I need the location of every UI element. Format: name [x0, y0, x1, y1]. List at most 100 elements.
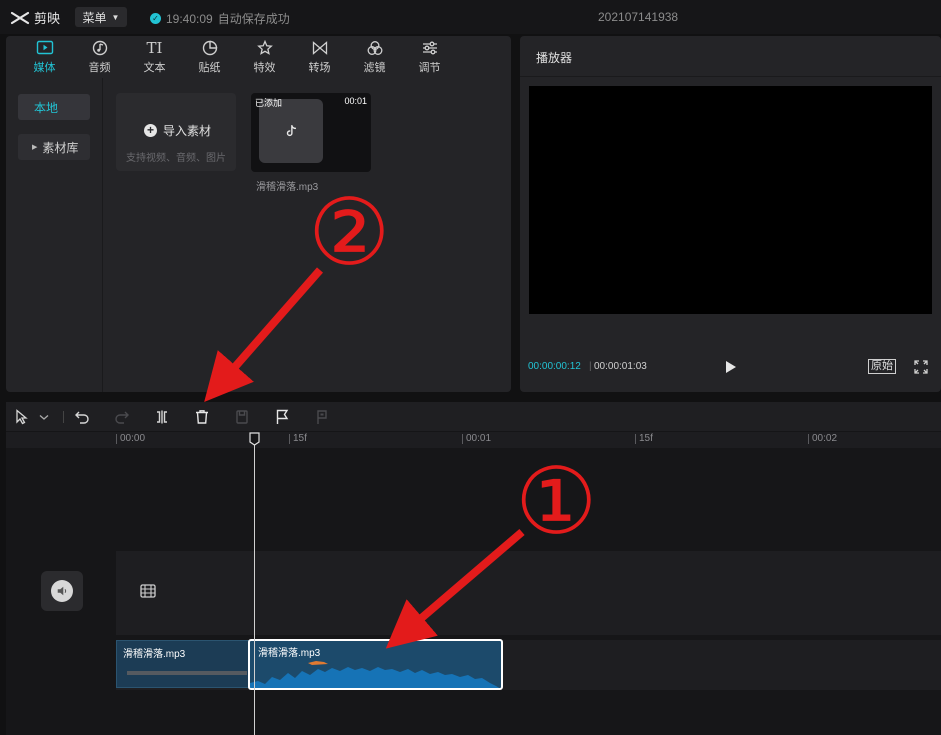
freeze-frame-button[interactable] — [234, 409, 250, 425]
capcut-logo-icon — [10, 11, 30, 24]
menu-button[interactable]: 菜单 ▼ — [75, 7, 127, 27]
sidebar-item-library[interactable]: ▶ 素材库 — [18, 134, 90, 160]
save-time: 19:40:09 — [166, 11, 213, 26]
add-marker-button[interactable] — [274, 409, 290, 425]
marker-settings-button[interactable] — [314, 409, 330, 425]
duration-badge: 00:01 — [344, 96, 367, 106]
media-item[interactable]: 已添加 00:01 — [251, 93, 371, 172]
track-audio-toggle[interactable] — [41, 571, 83, 611]
import-label: 导入素材 — [163, 124, 212, 138]
split-icon — [157, 410, 167, 424]
ruler-tick-label: 15f — [635, 434, 653, 444]
time-ruler[interactable]: 00:00 15f 00:01 15f 00:02 — [6, 432, 941, 448]
tab-filter[interactable]: 滤镜 — [347, 36, 402, 78]
chevron-down-icon — [39, 415, 49, 420]
chevron-down-icon: ▼ — [111, 12, 120, 22]
tab-label: 特效 — [253, 61, 276, 74]
app-logo: 剪映 — [10, 8, 60, 27]
tab-label: 媒体 — [33, 61, 56, 74]
audio-clip-selected[interactable]: 滑稽滑落.mp3 — [248, 639, 503, 690]
clip-label: 滑稽滑落.mp3 — [258, 648, 321, 659]
redo-button[interactable] — [114, 409, 130, 425]
sidebar-item-label: 本地 — [34, 100, 59, 115]
tab-audio[interactable]: 音频 — [72, 36, 127, 78]
freeze-frame-icon — [236, 410, 248, 424]
tab-label: 转场 — [308, 61, 331, 74]
select-tool-button[interactable] — [14, 409, 30, 425]
check-icon: ✓ — [150, 13, 161, 24]
tab-effects[interactable]: 特效 — [237, 36, 292, 78]
media-icon — [36, 40, 53, 54]
timeline-panel: 00:00 15f 00:01 15f 00:02 滑稽滑落.mp3 滑稽滑落.… — [6, 402, 941, 735]
sidebar-item-label: 素材库 — [42, 140, 79, 155]
tab-label: 文本 — [143, 61, 166, 74]
undo-button[interactable] — [74, 409, 90, 425]
play-icon[interactable] — [725, 360, 737, 374]
tab-adjust[interactable]: 调节 — [402, 36, 457, 78]
original-ratio-button[interactable]: 原始 — [868, 359, 896, 374]
annotation-number-1: ① — [515, 448, 598, 555]
tab-transition[interactable]: 转场 — [292, 36, 347, 78]
divider — [520, 76, 941, 77]
save-text: 自动保存成功 — [217, 12, 290, 26]
ruler-tick-label: 00:02 — [808, 434, 837, 444]
trash-icon — [196, 410, 208, 424]
added-badge: 已添加 — [255, 98, 283, 108]
player-panel: 播放器 00:00:00:12 | 00:00:01:03 原始 — [520, 36, 941, 392]
tab-sticker[interactable]: 贴纸 — [182, 36, 237, 78]
delete-button[interactable] — [194, 409, 210, 425]
title-bar: 剪映 菜单 ▼ ✓ 19:40:09 自动保存成功 202107141938 — [0, 0, 941, 34]
import-title: + 导入素材 — [144, 122, 211, 139]
annotation-number-2: ② — [308, 179, 391, 286]
fullscreen-icon[interactable] — [914, 360, 928, 374]
import-subtitle: 支持视频、音频、图片 — [126, 153, 226, 164]
tab-label: 贴纸 — [198, 61, 221, 74]
clip-label: 滑稽滑落.mp3 — [123, 649, 186, 660]
marker-icon — [317, 410, 327, 424]
playhead[interactable] — [254, 436, 255, 735]
effects-icon — [256, 39, 273, 55]
media-sidebar: 本地 ▶ 素材库 — [6, 78, 103, 392]
film-icon — [140, 584, 156, 598]
caret-right-icon: ▶ — [32, 144, 38, 151]
tab-label: 音频 — [88, 61, 111, 74]
menu-label: 菜单 — [82, 10, 107, 25]
sidebar-item-local[interactable]: 本地 — [18, 94, 90, 120]
flag-icon — [276, 409, 289, 424]
audio-clip[interactable]: 滑稽滑落.mp3 — [116, 640, 251, 688]
tab-media[interactable]: 媒体 — [17, 36, 72, 78]
tab-text[interactable]: TI 文本 — [127, 36, 182, 78]
redo-icon — [115, 411, 129, 424]
media-panel: 媒体 音频 TI 文本 贴纸 特效 转场 滤镜 调节 本地 ▶ 素材库 + 导入… — [6, 36, 511, 392]
adjust-icon — [422, 41, 437, 54]
timeline-toolbar — [6, 402, 941, 432]
asset-tabs: 媒体 音频 TI 文本 贴纸 特效 转场 滤镜 调节 — [6, 36, 511, 78]
app-name: 剪映 — [34, 11, 61, 26]
ruler-tick-label: 00:00 — [116, 434, 145, 444]
time-separator: | — [589, 361, 592, 372]
sticker-icon — [202, 40, 217, 55]
playhead-handle[interactable] — [249, 432, 260, 446]
player-title: 播放器 — [536, 51, 573, 65]
total-time: 00:00:01:03 — [594, 361, 647, 372]
ruler-tick-label: 15f — [289, 434, 307, 444]
filter-icon — [367, 40, 382, 55]
tab-label: 滤镜 — [363, 61, 386, 74]
project-name: 202107141938 — [598, 10, 679, 24]
tab-label: 调节 — [418, 61, 441, 74]
text-icon: TI — [146, 38, 163, 57]
audio-icon — [92, 40, 107, 55]
select-tool-dropdown[interactable] — [36, 409, 49, 425]
current-time: 00:00:00:12 — [528, 361, 581, 372]
split-button[interactable] — [154, 409, 170, 425]
speaker-icon — [51, 580, 73, 602]
video-preview[interactable] — [529, 86, 932, 314]
clip-waveform — [250, 661, 500, 688]
toolbar-divider — [63, 411, 64, 423]
save-status: ✓ 19:40:09 自动保存成功 — [150, 10, 290, 27]
tiktok-note-icon — [286, 125, 297, 137]
main-video-track[interactable] — [116, 551, 941, 635]
ruler-tick-label: 00:01 — [462, 434, 491, 444]
import-media-button[interactable]: + 导入素材 支持视频、音频、图片 — [116, 93, 236, 171]
plus-icon: + — [144, 124, 157, 137]
